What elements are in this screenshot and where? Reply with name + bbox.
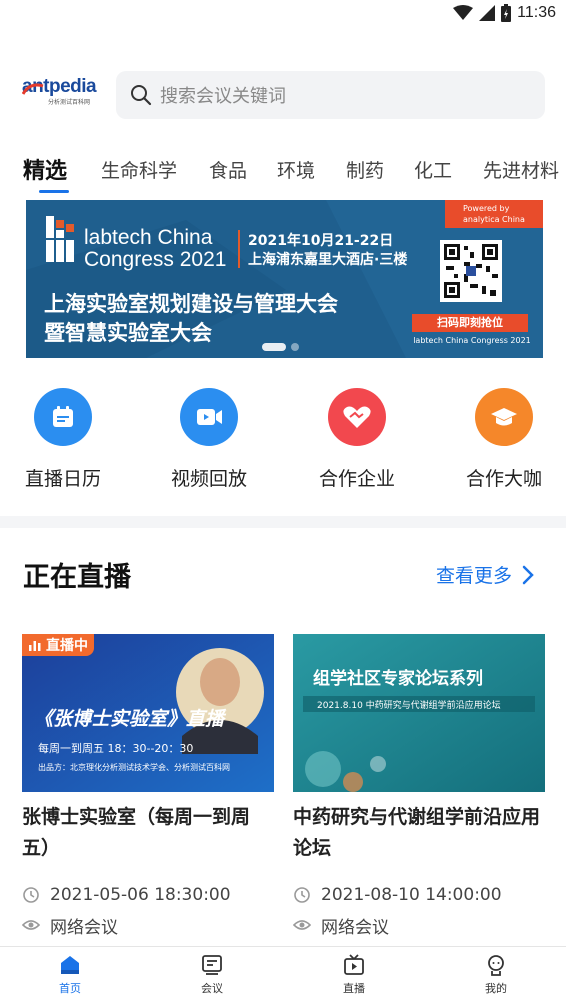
- banner-brand-line2: Congress 2021: [84, 248, 227, 271]
- nav-live[interactable]: 直播: [314, 953, 394, 996]
- graduation-cap-icon: [475, 388, 533, 446]
- banner-powered-by: Powered by analytica China: [445, 200, 543, 228]
- quick-entry-label: 合作大咖: [465, 468, 542, 490]
- tab-chemical[interactable]: 化工: [414, 156, 452, 183]
- card-time-row: 2021-08-10 14:00:00: [293, 880, 545, 910]
- live-badge-label: 直播中: [46, 638, 88, 654]
- eye-icon: [22, 920, 40, 930]
- banner-date: 2021年10月21-22日: [248, 233, 394, 249]
- labtech-logo-icon: [46, 216, 74, 262]
- card-type-row: 网络会议: [22, 910, 274, 940]
- section-divider: [0, 516, 566, 528]
- search-icon: [131, 85, 152, 106]
- header: antpedia 分析测试百科网 搜索会议关键词: [0, 68, 566, 122]
- banner-powered-label: Powered by: [463, 204, 510, 213]
- banner-separator: [238, 230, 240, 268]
- live-bars-icon: [29, 641, 41, 651]
- profile-icon: [488, 955, 504, 976]
- battery-icon: [501, 4, 512, 22]
- logo-subtitle: 分析测试百科网: [48, 99, 91, 106]
- quick-entry-video-replay[interactable]: 视频回放: [154, 388, 264, 491]
- live-tv-icon: [344, 954, 364, 975]
- banner-powered-name: analytica China: [463, 215, 525, 224]
- banner-footer: labtech China Congress 2021: [413, 336, 531, 345]
- pager-dot: [291, 343, 299, 351]
- card-image-subtitle: 2021.8.10 中药研究与代谢组学前沿应用论坛: [317, 701, 501, 711]
- card-time-row: 2021-05-06 18:30:00: [22, 880, 274, 910]
- quick-entry-label: 直播日历: [24, 468, 101, 490]
- nav-profile[interactable]: 我的: [456, 953, 536, 996]
- qr-code-icon: [440, 240, 502, 302]
- logo-swoosh-icon: [22, 83, 44, 95]
- live-card[interactable]: 直播中 《张博士实验室》直播 每周一到周五 18：30--20：30 出品方：北…: [22, 634, 274, 940]
- card-thumbnail: 组学社区专家论坛系列 2021.8.10 中药研究与代谢组学前沿应用论坛: [293, 634, 545, 792]
- nav-label: 首页: [59, 982, 81, 995]
- nav-label: 我的: [485, 982, 507, 995]
- card-image-title: 《张博士实验室》直播: [34, 708, 225, 730]
- card-type: 网络会议: [321, 917, 389, 938]
- quick-entry-label: 视频回放: [170, 468, 247, 490]
- quick-entry-partner-experts[interactable]: 合作大咖: [449, 388, 559, 491]
- search-input[interactable]: 搜索会议关键词: [116, 71, 545, 119]
- banner-brand-line1: labtech China: [84, 226, 213, 249]
- banner-pager: [262, 343, 299, 351]
- tab-pharma[interactable]: 制药: [346, 156, 384, 183]
- live-card[interactable]: 组学社区专家论坛系列 2021.8.10 中药研究与代谢组学前沿应用论坛 中药研…: [293, 634, 545, 940]
- banner-venue: 上海浦东嘉里大酒店·三楼: [248, 252, 408, 268]
- tab-advanced-materials[interactable]: 先进材料: [483, 156, 559, 183]
- banner-headline1: 上海实验室规划建设与管理大会: [44, 292, 338, 316]
- card-image-title: 组学社区专家论坛系列: [313, 669, 483, 689]
- tab-environment[interactable]: 环境: [277, 156, 315, 183]
- live-badge: 直播中: [22, 634, 94, 656]
- home-icon: [61, 956, 79, 974]
- chevron-right-icon: [522, 565, 534, 584]
- status-time: 11:36: [517, 4, 556, 21]
- search-placeholder: 搜索会议关键词: [160, 86, 286, 107]
- category-tabs: 精选 生命科学 食品 环境 制药 化工 先进材料: [0, 148, 566, 198]
- tab-food[interactable]: 食品: [209, 156, 247, 183]
- card-image-org: 出品方：北京理化分析测试技术学会、分析测试百科网: [38, 763, 230, 772]
- wifi-icon: [453, 5, 474, 20]
- bottom-nav: 首页 会议 直播 我的: [0, 946, 566, 1006]
- quick-entries: 直播日历 视频回放 合作企业 合作大咖: [0, 388, 566, 498]
- banner-headline2: 暨智慧实验室大会: [44, 321, 212, 345]
- card-thumbnail: 直播中 《张博士实验室》直播 每周一到周五 18：30--20：30 出品方：北…: [22, 634, 274, 792]
- card-time: 2021-05-06 18:30:00: [50, 885, 231, 905]
- meeting-icon: [202, 955, 222, 975]
- section-title-live: 正在直播: [23, 562, 131, 593]
- quick-entry-label: 合作企业: [318, 468, 395, 490]
- nav-meeting[interactable]: 会议: [172, 953, 252, 996]
- card-title: 中药研究与代谢组学前沿应用论坛: [293, 806, 541, 859]
- quick-entry-live-calendar[interactable]: 直播日历: [8, 388, 118, 491]
- card-thumbnail-art: [293, 634, 545, 792]
- nav-label: 直播: [343, 982, 365, 995]
- tab-featured[interactable]: 精选: [23, 153, 67, 185]
- status-bar: 11:36: [0, 0, 566, 30]
- eye-icon: [293, 920, 311, 930]
- tab-active-indicator: [39, 190, 69, 193]
- calendar-icon: [34, 388, 92, 446]
- banner-scan-label: 扫码即刻抢位: [412, 314, 528, 332]
- card-image-schedule: 每周一到周五 18：30--20：30: [38, 742, 194, 755]
- handshake-icon: [328, 388, 386, 446]
- clock-icon: [294, 887, 310, 903]
- card-time: 2021-08-10 14:00:00: [321, 885, 502, 905]
- promo-banner[interactable]: labtech China Congress 2021 2021年10月21-2…: [26, 200, 543, 358]
- signal-icon: [479, 5, 496, 21]
- pager-dot-active: [262, 343, 286, 351]
- card-type-row: 网络会议: [293, 910, 545, 940]
- nav-label: 会议: [201, 982, 223, 995]
- quick-entry-partner-companies[interactable]: 合作企业: [302, 388, 412, 491]
- clock-icon: [23, 887, 39, 903]
- nav-home[interactable]: 首页: [30, 953, 110, 996]
- tab-life-science[interactable]: 生命科学: [101, 156, 177, 183]
- view-more-link[interactable]: 查看更多: [436, 561, 534, 588]
- video-icon: [180, 388, 238, 446]
- card-title: 张博士实验室（每周一到周五）: [22, 806, 251, 859]
- view-more-label: 查看更多: [436, 565, 513, 587]
- antpedia-logo[interactable]: antpedia 分析测试百科网: [22, 76, 97, 114]
- card-type: 网络会议: [50, 917, 118, 938]
